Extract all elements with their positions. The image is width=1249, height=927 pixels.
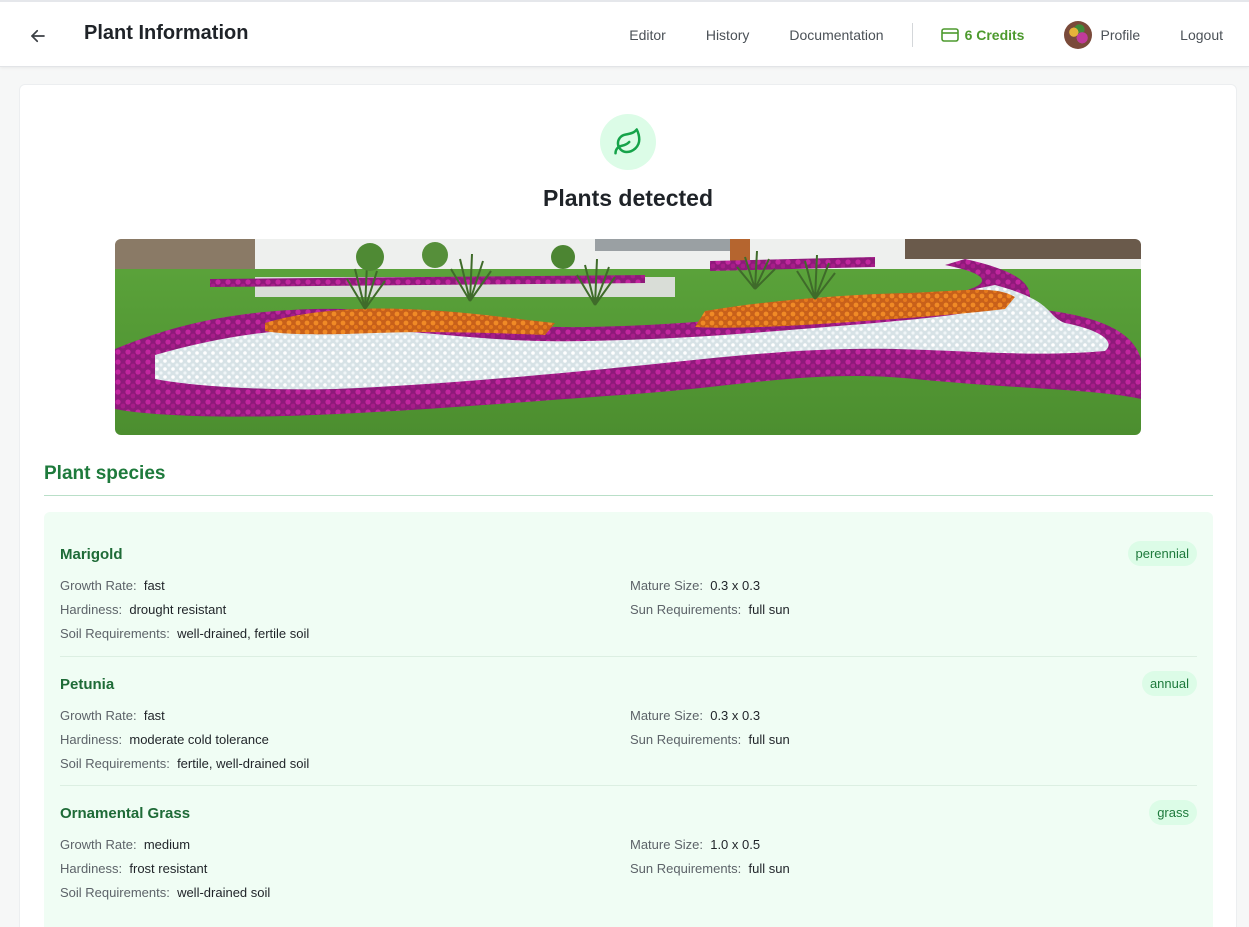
leaf-icon: [614, 128, 641, 155]
soil-requirements: Soil Requirements: well-drained, fertile…: [60, 626, 310, 641]
plant-card-petunia: Petunia annual Growth Rate: fast Mature …: [60, 656, 1197, 785]
plant-card-marigold: Marigold perennial Growth Rate: fast Mat…: [60, 541, 1197, 656]
top-nav: Editor History Documentation 6 Credits P…: [629, 2, 1223, 67]
mature-size: Mature Size: 1.0 x 0.5: [630, 837, 761, 852]
plant-name: Ornamental Grass: [60, 805, 191, 822]
main-card: Plants detected Plant species Marigold p…: [19, 84, 1237, 927]
mature-size: Mature Size: 0.3 x 0.3: [630, 708, 761, 723]
section-title: Plant species: [44, 463, 166, 484]
nav-editor[interactable]: Editor: [629, 27, 666, 43]
plant-name: Marigold: [60, 546, 123, 563]
nav-documentation[interactable]: Documentation: [789, 27, 883, 43]
nav-history[interactable]: History: [706, 27, 750, 43]
avatar: [1064, 20, 1093, 49]
top-bar: Plant Information Editor History Documen…: [0, 0, 1249, 67]
plant-type-badge: annual: [1141, 671, 1197, 696]
section-divider: [44, 495, 1213, 496]
hardiness: Hardiness: moderate cold tolerance: [60, 732, 269, 747]
arrow-left-icon: [31, 29, 45, 43]
credits-label: 6 Credits: [964, 26, 1025, 43]
garden-image: [115, 239, 1141, 435]
sun-requirements: Sun Requirements: full sun: [630, 602, 790, 617]
detected-heading: Plants detected: [543, 185, 713, 211]
logout-link[interactable]: Logout: [1180, 27, 1223, 43]
sun-requirements: Sun Requirements: full sun: [630, 732, 790, 747]
hero-icon-badge: [600, 114, 656, 170]
plant-type-badge: grass: [1149, 800, 1197, 825]
soil-requirements: Soil Requirements: fertile, well-drained…: [60, 756, 310, 771]
growth-rate: Growth Rate: medium: [60, 837, 191, 852]
sun-requirements: Sun Requirements: full sun: [630, 861, 790, 876]
profile-label: Profile: [1100, 26, 1141, 43]
credit-card-icon: [940, 27, 959, 42]
growth-rate: Growth Rate: fast: [60, 708, 165, 723]
growth-rate: Growth Rate: fast: [60, 578, 165, 593]
hardiness: Hardiness: drought resistant: [60, 602, 227, 617]
soil-requirements: Soil Requirements: well-drained soil: [60, 885, 271, 900]
hardiness: Hardiness: frost resistant: [60, 861, 208, 876]
plant-name: Petunia: [60, 676, 115, 693]
plant-card-ornamental-grass: Ornamental Grass grass Growth Rate: medi…: [60, 785, 1197, 914]
mature-size: Mature Size: 0.3 x 0.3: [630, 578, 761, 593]
nav-divider: [911, 22, 913, 47]
plant-type-badge: perennial: [1127, 541, 1197, 566]
credits-button[interactable]: 6 Credits: [940, 26, 1025, 43]
species-list: Marigold perennial Growth Rate: fast Mat…: [44, 512, 1213, 927]
profile-button[interactable]: Profile: [1064, 20, 1141, 49]
page-title: Plant Information: [84, 22, 249, 44]
back-button[interactable]: [24, 22, 52, 50]
